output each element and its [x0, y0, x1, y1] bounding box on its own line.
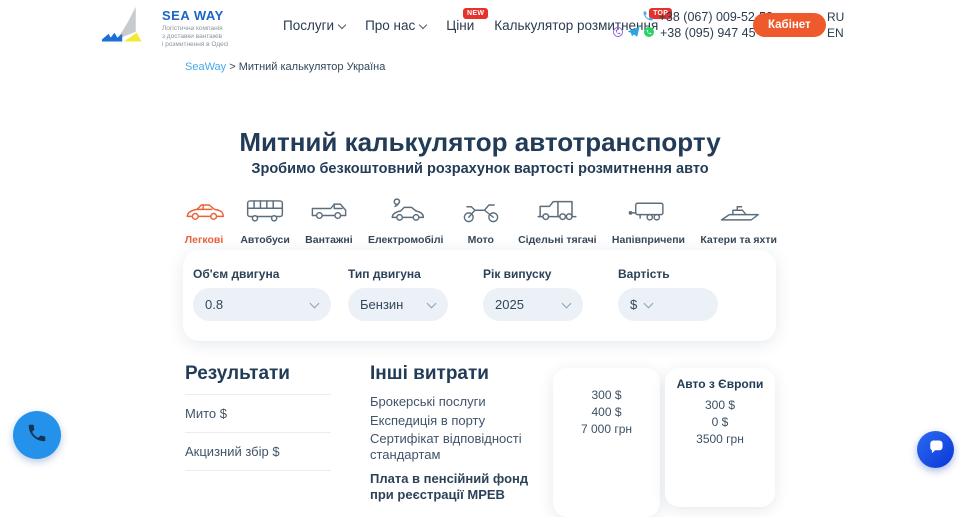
calculator-form-card: Об'єм двигуна 0.8 Тип двигуна Бензин Рік…	[183, 250, 776, 341]
result-row-excise: Акцизний збір $	[185, 432, 331, 470]
tab-label: Напівпричепи	[612, 234, 685, 246]
phone-icon	[26, 422, 48, 449]
sailboat-logo-icon	[100, 4, 156, 53]
vehicle-type-tabs: Легкові Автобуси Вантажні	[183, 196, 777, 246]
results-title: Результати	[185, 363, 331, 385]
tab-boats-yachts[interactable]: Катери та яхти	[700, 196, 777, 246]
nav-label: Послуги	[283, 18, 334, 33]
call-fab-button[interactable]	[13, 411, 61, 459]
tab-electric-cars[interactable]: Електромобілі	[368, 196, 444, 246]
select-value: Бензин	[360, 297, 403, 312]
chevron-down-icon	[644, 298, 654, 308]
tab-cars[interactable]: Легкові	[183, 196, 225, 246]
price-value: 300 $	[665, 397, 775, 414]
language-switcher: RU EN	[827, 9, 844, 41]
chevron-down-icon	[427, 299, 437, 309]
page-title: Митний калькулятор автотранспорту	[0, 127, 960, 158]
breadcrumb-separator: >	[226, 61, 239, 73]
car-icon	[183, 196, 225, 226]
breadcrumb-home-link[interactable]: SeaWay	[185, 61, 226, 73]
chevron-down-icon	[419, 20, 427, 28]
viber-icon[interactable]	[612, 26, 624, 41]
truck-icon	[308, 196, 350, 226]
other-costs-title: Інші витрати	[370, 363, 555, 385]
header-contacts: +38 (067) 009-52-52 +38 (095) 947 45 41	[612, 9, 773, 41]
tab-label: Мото	[468, 234, 494, 246]
chat-bubble-icon	[927, 438, 945, 461]
yacht-icon	[717, 196, 761, 226]
price-card-generic: 300 $ 400 $ 7 000 грн	[553, 368, 660, 517]
chevron-down-icon	[310, 299, 320, 309]
price-card-europe: Авто з Європи 300 $ 0 $ 3500 грн	[665, 368, 775, 507]
lang-ru[interactable]: RU	[827, 9, 844, 25]
divider	[185, 470, 331, 471]
other-cost-item: Брокерські послуги	[370, 394, 555, 410]
main-nav: Послуги Про нас Ціни NEW Калькулятор роз…	[283, 0, 658, 50]
tab-buses[interactable]: Автобуси	[240, 196, 290, 246]
select-value: 2025	[495, 297, 524, 312]
nav-item-prices[interactable]: Ціни NEW	[446, 18, 474, 33]
trailer-icon	[626, 196, 670, 226]
telegram-icon[interactable]	[627, 25, 640, 41]
other-cost-item: Сертифікат відповідності стандартам	[370, 431, 555, 462]
brand-name: SEA WAY	[162, 8, 228, 23]
other-cost-item: Експедиція в порту	[370, 413, 555, 429]
cost-label: Вартість	[618, 267, 718, 281]
lang-en[interactable]: EN	[827, 25, 844, 41]
other-costs-section: Інші витрати Брокерські послуги Експедиц…	[370, 363, 555, 503]
page-subtitle: Зробимо безкоштовний розрахунок вартості…	[0, 161, 960, 177]
nav-item-services[interactable]: Послуги	[283, 18, 345, 33]
price-value: 3500 грн	[665, 431, 775, 448]
whatsapp-icon[interactable]	[643, 26, 655, 41]
tab-trucks[interactable]: Вантажні	[305, 196, 352, 246]
cabinet-button[interactable]: Кабінет	[753, 13, 826, 37]
tab-label: Легкові	[185, 234, 223, 246]
tab-moto[interactable]: Мото	[459, 196, 503, 246]
engine-type-select[interactable]: Бензин	[348, 288, 448, 321]
cost-currency-select[interactable]: $	[618, 288, 718, 321]
brand-logo[interactable]: SEA WAY Логістична компанія з доставки в…	[100, 4, 228, 53]
tab-semi-tractors[interactable]: Сідельні тягачі	[518, 196, 597, 246]
tab-semi-trailers[interactable]: Напівпричепи	[612, 196, 685, 246]
bus-icon	[244, 196, 286, 226]
breadcrumb: SeaWay > Митний калькулятор Україна	[185, 61, 385, 73]
engine-volume-select[interactable]: 0.8	[193, 288, 331, 321]
price-value: 400 $	[553, 404, 660, 421]
nav-item-about[interactable]: Про нас	[365, 18, 426, 33]
select-value: $	[630, 297, 637, 312]
chat-fab-button[interactable]	[917, 431, 954, 468]
price-value: 300 $	[553, 387, 660, 404]
pension-fund-item: Плата в пенсійний фонд при реєстрації МР…	[370, 471, 555, 503]
results-section: Результати Мито $ Акцизний збір $	[185, 363, 331, 471]
header: SEA WAY Логістична компанія з доставки в…	[0, 0, 960, 52]
tab-label: Автобуси	[240, 234, 290, 246]
nav-label: Ціни	[446, 18, 474, 33]
tab-label: Вантажні	[305, 234, 352, 246]
new-badge: NEW	[463, 8, 488, 19]
select-value: 0.8	[205, 297, 223, 312]
tab-label: Електромобілі	[368, 234, 444, 246]
chevron-down-icon	[562, 299, 572, 309]
engine-type-label: Тип двигуна	[348, 267, 448, 281]
price-value: 0 $	[665, 414, 775, 431]
electric-car-icon	[385, 196, 427, 226]
chevron-down-icon	[338, 20, 346, 28]
nav-label: Про нас	[365, 18, 415, 33]
engine-volume-label: Об'єм двигуна	[193, 267, 331, 281]
tab-label: Сідельні тягачі	[518, 234, 597, 246]
semi-tractor-icon	[535, 196, 579, 226]
brand-tagline: Логістична компанія з доставки вантажів …	[162, 25, 228, 49]
price-value: 7 000 грн	[553, 421, 660, 438]
year-label: Рік випуску	[483, 267, 583, 281]
breadcrumb-current: Митний калькулятор Україна	[239, 61, 386, 73]
price-card-title: Авто з Європи	[665, 377, 775, 391]
motorcycle-icon	[459, 196, 503, 226]
year-select[interactable]: 2025	[483, 288, 583, 321]
tab-label: Катери та яхти	[700, 234, 777, 246]
result-row-duty: Мито $	[185, 394, 331, 432]
phone-icon	[642, 10, 654, 25]
